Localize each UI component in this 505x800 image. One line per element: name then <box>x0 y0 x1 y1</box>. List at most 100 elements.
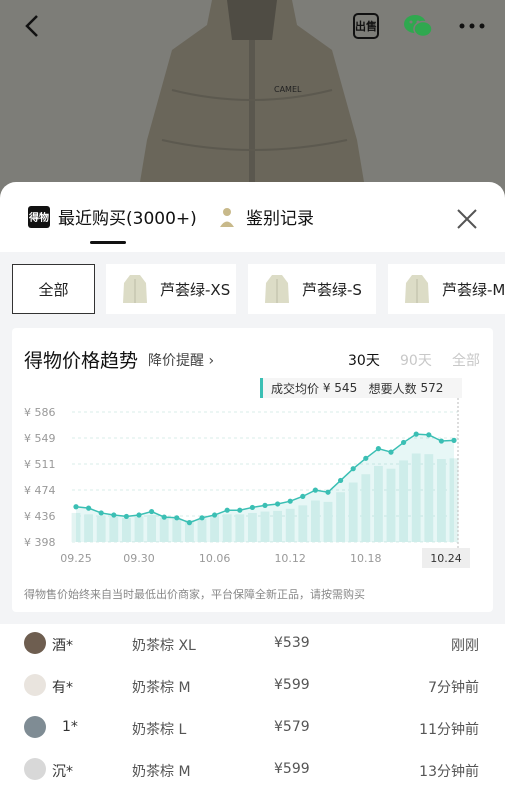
purchase-list: 酒* 奶茶棕 XL ¥539 刚刚 有* 奶茶棕 M ¥599 7分钟前 1* … <box>0 624 505 800</box>
price-area <box>76 434 454 542</box>
filter-chip-s[interactable]: 芦荟绿-S <box>248 264 376 314</box>
chevron-left-icon <box>25 15 38 37</box>
price-point <box>312 487 318 493</box>
avatar <box>24 758 46 780</box>
price-trend-chart: ¥ 586 ¥ 549 ¥ 511 ¥ 474 ¥ 436 ¥ 398 09.25 09.30… <box>24 398 470 568</box>
legend-want-label: 想要人数 <box>368 381 417 396</box>
tab-recent-purchases[interactable]: 得物 最近购买(3000+) <box>28 204 197 229</box>
svg-text:CAMEL: CAMEL <box>274 85 302 94</box>
sell-button[interactable]: 出售 <box>350 10 382 42</box>
more-icon <box>459 23 485 29</box>
product-hero-image: CAMEL 出售 <box>0 0 505 200</box>
recent-purchases-sheet: 得物 最近购买(3000+) 鉴别记录 全部 芦荟绿-XS 芦荟绿-S 芦荟绿-… <box>0 182 505 800</box>
buyer-name: 酒* <box>52 638 73 654</box>
list-item: 沉* 奶茶棕 M ¥599 13分钟前 <box>0 752 505 792</box>
buyer-name: 有* <box>52 680 73 696</box>
share-wechat-button[interactable] <box>402 10 434 42</box>
legend-avg-label: 成交均价 <box>271 381 320 396</box>
list-item: 1* 奶茶棕 L ¥579 11分钟前 <box>0 710 505 750</box>
purchase-sku: 奶茶棕 M <box>132 764 191 780</box>
purchase-time: 7分钟前 <box>428 680 479 696</box>
more-button[interactable] <box>456 10 488 42</box>
list-item: 酒* 奶茶棕 XL ¥539 刚刚 <box>0 626 505 666</box>
sheet-tabs: 得物 最近购买(3000+) 鉴别记录 <box>0 182 505 252</box>
price-point <box>212 512 218 518</box>
price-point <box>438 438 444 444</box>
price-point <box>149 508 155 515</box>
y-tick-label: ¥ 511 <box>24 458 56 471</box>
price-point <box>338 477 344 484</box>
price-point <box>86 505 92 511</box>
tab-authentication-label: 鉴别记录 <box>246 209 314 229</box>
price-point <box>249 504 255 511</box>
x-tick-label: 10.06 <box>199 552 231 565</box>
price-point <box>174 515 180 521</box>
price-point <box>161 514 167 520</box>
price-point <box>136 512 142 518</box>
price-disclaimer: 得物售价始终来自当时最低出价商家，平台保障全新正品，请按需购买 <box>24 588 365 601</box>
avatar <box>24 674 46 696</box>
price-point <box>98 510 104 516</box>
range-all[interactable]: 全部 <box>452 350 480 370</box>
avatar <box>24 716 46 738</box>
x-tick-label: 10.12 <box>274 552 306 565</box>
price-drop-reminder-link[interactable]: 降价提醒 › <box>148 350 214 370</box>
filter-chip-label: 芦荟绿-XS <box>160 280 231 299</box>
price-point <box>325 489 331 495</box>
back-button[interactable] <box>16 10 48 42</box>
price-point <box>275 501 281 507</box>
price-trend-card: 得物价格趋势 降价提醒 › 30天 90天 全部 成交均价 ¥ 545 想要人数… <box>12 328 493 612</box>
price-point <box>350 466 356 472</box>
avatar <box>24 632 46 654</box>
purchase-time: 11分钟前 <box>419 722 479 738</box>
close-icon[interactable] <box>454 206 480 232</box>
tab-recent-purchases-label: 最近购买(3000+) <box>58 209 197 229</box>
price-point <box>451 437 457 443</box>
price-point <box>199 515 205 521</box>
price-point <box>224 507 230 513</box>
purchase-price: ¥579 <box>274 719 310 735</box>
y-tick-label: ¥ 549 <box>24 432 56 445</box>
jacket-thumbnail-icon <box>405 275 429 303</box>
price-trend-section: 得物价格趋势 降价提醒 › 30天 90天 全部 成交均价 ¥ 545 想要人数… <box>0 328 505 624</box>
x-tick-label: 10.24 <box>430 552 462 565</box>
person-icon <box>220 207 234 227</box>
y-tick-label: ¥ 474 <box>24 484 56 497</box>
price-point <box>426 432 432 438</box>
price-point <box>111 512 117 518</box>
filter-chip-m[interactable]: 芦荟绿-M <box>388 264 505 314</box>
buyer-name: 沉* <box>52 764 73 780</box>
x-tick-label: 09.25 <box>60 552 92 565</box>
purchase-price: ¥599 <box>274 761 310 777</box>
purchase-time: 13分钟前 <box>419 764 479 780</box>
tab-authentication-records[interactable]: 鉴别记录 <box>218 204 314 229</box>
range-30-days[interactable]: 30天 <box>348 350 380 370</box>
price-point <box>237 507 243 513</box>
price-point <box>73 504 79 510</box>
price-point <box>363 455 369 461</box>
purchase-price: ¥539 <box>274 635 310 651</box>
legend-avg-value: ¥ 545 <box>322 381 358 395</box>
purchase-sku: 奶茶棕 XL <box>132 638 196 654</box>
dewu-logo-icon: 得物 <box>28 205 50 228</box>
range-90-days[interactable]: 90天 <box>400 350 432 370</box>
filter-chip-xs[interactable]: 芦荟绿-XS <box>106 264 236 314</box>
price-point <box>375 446 381 452</box>
y-tick-label: ¥ 586 <box>24 406 56 419</box>
sku-filter-bar: 全部 芦荟绿-XS 芦荟绿-S 芦荟绿-M <box>0 252 505 328</box>
wechat-icon <box>404 15 433 38</box>
sell-label: 出售 <box>355 20 377 33</box>
filter-chip-label: 全部 <box>38 280 69 299</box>
legend-want-value: 572 <box>420 381 444 395</box>
jacket-thumbnail-icon <box>265 275 289 303</box>
y-tick-label: ¥ 436 <box>24 510 56 523</box>
price-point <box>186 520 192 526</box>
price-point <box>262 502 268 508</box>
price-point <box>300 493 306 499</box>
x-tick-label: 09.30 <box>123 552 155 565</box>
list-item: 有* 奶茶棕 M ¥599 7分钟前 <box>0 668 505 708</box>
price-point <box>413 431 419 437</box>
price-point <box>287 498 293 504</box>
filter-chip-all[interactable]: 全部 <box>12 264 95 314</box>
purchase-sku: 奶茶棕 L <box>132 722 187 738</box>
